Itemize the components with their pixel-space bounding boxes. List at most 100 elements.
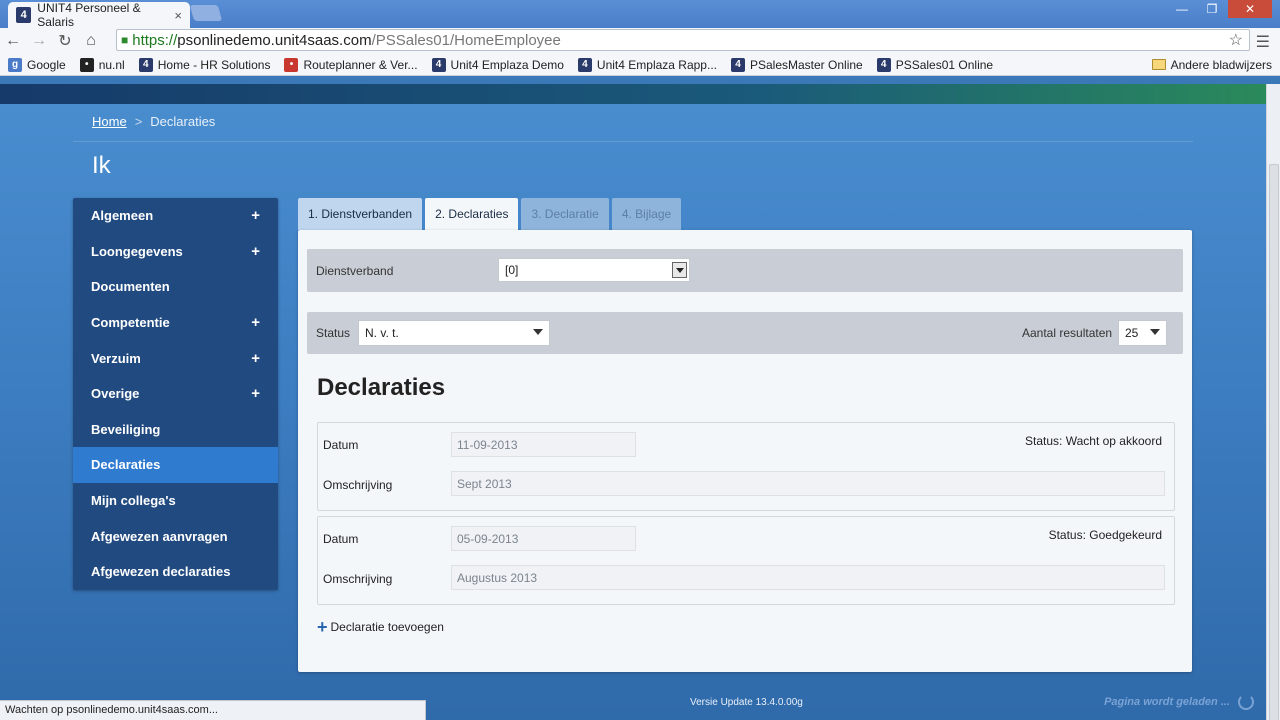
sidebar-item-label: Beveiliging [91, 421, 161, 437]
browser-tab[interactable]: 4 UNIT4 Personeel & Salaris × [8, 1, 190, 29]
sidebar-item-label: Overige [91, 386, 140, 402]
chevron-down-icon [533, 329, 543, 335]
sidebar-item[interactable]: Algemeen + [73, 198, 278, 234]
sidebar-item[interactable]: Afgewezen declaraties [73, 554, 278, 590]
address-bar[interactable]: ■ https://psonlinedemo.unit4saas.com/PSS… [116, 29, 1250, 51]
sidebar-item[interactable]: Competentie + [73, 305, 278, 341]
minimize-icon[interactable]: — [1168, 0, 1196, 18]
bookmark-item[interactable]: 4 Unit4 Emplaza Demo [431, 57, 564, 72]
record-status: Status: Goedgekeurd [1048, 528, 1162, 542]
folder-icon [1151, 59, 1166, 70]
bookmark-label: Routeplanner & Ver... [303, 57, 418, 72]
status-label: Status [316, 326, 351, 340]
url-scheme: https:// [132, 31, 178, 49]
bookmark-label: Google [27, 57, 66, 72]
datum-field: 05-09-2013 [451, 526, 636, 551]
lock-icon: ■ [121, 33, 129, 47]
divider [73, 141, 1193, 142]
page-content: Home > Declaraties Ik Algemeen + Loongegeven… [0, 84, 1266, 720]
bookmark-label: Unit4 Emplaza Demo [450, 57, 564, 72]
breadcrumb-home-link[interactable]: Home [92, 114, 127, 129]
bookmark-item[interactable]: 4 PSSales01 Online [876, 57, 994, 72]
sidebar-item-label: Mijn collega's [91, 493, 176, 509]
sidebar-item-label: Declaraties [91, 457, 161, 473]
results-value: 25 [1125, 326, 1139, 340]
expand-plus-icon[interactable]: + [251, 314, 260, 331]
bookmarks-bar: g Google • nu.nl 4 Home - HR Solutions • Routep… [0, 54, 1280, 76]
status-filter: Status N. v. t. Aantal resultaten 25 [307, 312, 1183, 354]
wizard-tab: 4. Bijlage [611, 198, 682, 230]
dienstverband-select[interactable]: [0] [498, 258, 690, 282]
reload-icon[interactable]: ↻ [52, 31, 78, 51]
add-declaratie-label: Declaratie toevoegen [330, 620, 444, 634]
status-select[interactable]: N. v. t. [358, 320, 550, 346]
home-icon[interactable]: ⌂ [78, 32, 104, 50]
sidebar-item[interactable]: Mijn collega's [73, 483, 278, 519]
bookmark-label: Unit4 Emplaza Rapp... [596, 57, 717, 72]
back-icon[interactable]: ← [0, 32, 26, 50]
breadcrumb-current: Declaraties [150, 114, 216, 129]
new-tab-button[interactable] [189, 5, 223, 21]
datum-label: Datum [323, 438, 359, 452]
sidebar-item[interactable]: Documenten [73, 269, 278, 305]
dienstverband-value: [0] [505, 263, 519, 277]
bookmark-star-icon[interactable]: ☆ [1229, 30, 1243, 50]
expand-plus-icon[interactable]: + [251, 385, 260, 402]
unit4-icon: 4 [577, 57, 592, 72]
window-close-icon[interactable]: ✕ [1228, 0, 1272, 18]
breadcrumb-separator: > [134, 114, 143, 129]
sidebar-item[interactable]: Afgewezen aanvragen [73, 518, 278, 554]
omschrijving-label: Omschrijving [323, 478, 393, 492]
forward-icon[interactable]: → [26, 32, 52, 50]
header-band [0, 84, 1266, 104]
bookmark-item[interactable]: 4 Unit4 Emplaza Rapp... [577, 57, 717, 72]
datum-field: 11-09-2013 [451, 432, 636, 457]
menu-icon[interactable]: ☰ [1256, 32, 1270, 52]
google-icon: g [8, 57, 22, 72]
declaratie-record[interactable]: Datum 05-09-2013 Status: Goedgekeurd Oms… [317, 516, 1175, 605]
browser-tabstrip: 4 UNIT4 Personeel & Salaris × — ❐ ✕ [0, 0, 1280, 29]
bookmark-item[interactable]: 4 PSalesMaster Online [730, 57, 863, 72]
other-bookmarks[interactable]: Andere bladwijzers [1151, 58, 1272, 72]
sidebar-item-label: Loongegevens [91, 243, 183, 259]
wizard-tab[interactable]: 1. Dienstverbanden [298, 198, 423, 230]
bookmark-label: PSSales01 Online [895, 57, 994, 72]
browser-status-bar: Wachten op psonlinedemo.unit4saas.com... [0, 700, 426, 720]
chevron-down-icon [1150, 329, 1160, 335]
bookmark-item[interactable]: g Google [8, 57, 66, 72]
declaratie-record[interactable]: Datum 11-09-2013 Status: Wacht op akkoor… [317, 422, 1175, 511]
version-text: Versie Update 13.4.0.00g [690, 697, 803, 708]
bookmark-item[interactable]: 4 Home - HR Solutions [138, 57, 270, 72]
omschrijving-field: Augustus 2013 [451, 565, 1165, 590]
bookmark-item[interactable]: • nu.nl [79, 57, 125, 72]
page-scrollbar[interactable] [1266, 84, 1280, 720]
sidebar-item[interactable]: Verzuim + [73, 340, 278, 376]
browser-toolbar: ← → ↻ ⌂ ■ https://psonlinedemo.unit4saas… [0, 28, 1280, 54]
sidebar-item[interactable]: Declaraties [73, 447, 278, 483]
breadcrumb: Home > Declaraties [92, 114, 215, 129]
tab-close-icon[interactable]: × [174, 8, 182, 23]
restore-icon[interactable]: ❐ [1198, 0, 1226, 18]
expand-plus-icon[interactable]: + [251, 350, 260, 367]
add-declaratie-button[interactable]: + Declaratie toevoegen [317, 618, 444, 636]
wizard-tabs: 1. Dienstverbanden 2. Declaraties 3. Decla… [298, 198, 682, 230]
url-path: /PSSales01/HomeEmployee [371, 31, 561, 49]
scrollbar-thumb[interactable] [1269, 164, 1279, 720]
dienstverband-label: Dienstverband [316, 264, 394, 278]
declaraties-panel: Dienstverband [0] Status N. v. t. Aantal… [298, 230, 1192, 672]
expand-plus-icon[interactable]: + [251, 243, 260, 260]
sidebar-item[interactable]: Beveiliging [73, 412, 278, 448]
sidebar-item-label: Algemeen [91, 208, 154, 224]
bookmark-item[interactable]: • Routeplanner & Ver... [284, 57, 418, 72]
results-select[interactable]: 25 [1118, 320, 1167, 346]
bookmark-label: PSalesMaster Online [749, 57, 863, 72]
sidebar-item-label: Documenten [91, 279, 170, 295]
unit4-icon: 4 [431, 57, 446, 72]
unit4-icon: 4 [138, 57, 153, 72]
expand-plus-icon[interactable]: + [251, 207, 260, 224]
dienstverband-filter: Dienstverband [0] [307, 249, 1183, 292]
sidebar-item[interactable]: Loongegevens + [73, 234, 278, 270]
wizard-tab[interactable]: 2. Declaraties [425, 198, 519, 230]
sidebar-item[interactable]: Overige + [73, 376, 278, 412]
page-title: Ik [92, 152, 111, 179]
